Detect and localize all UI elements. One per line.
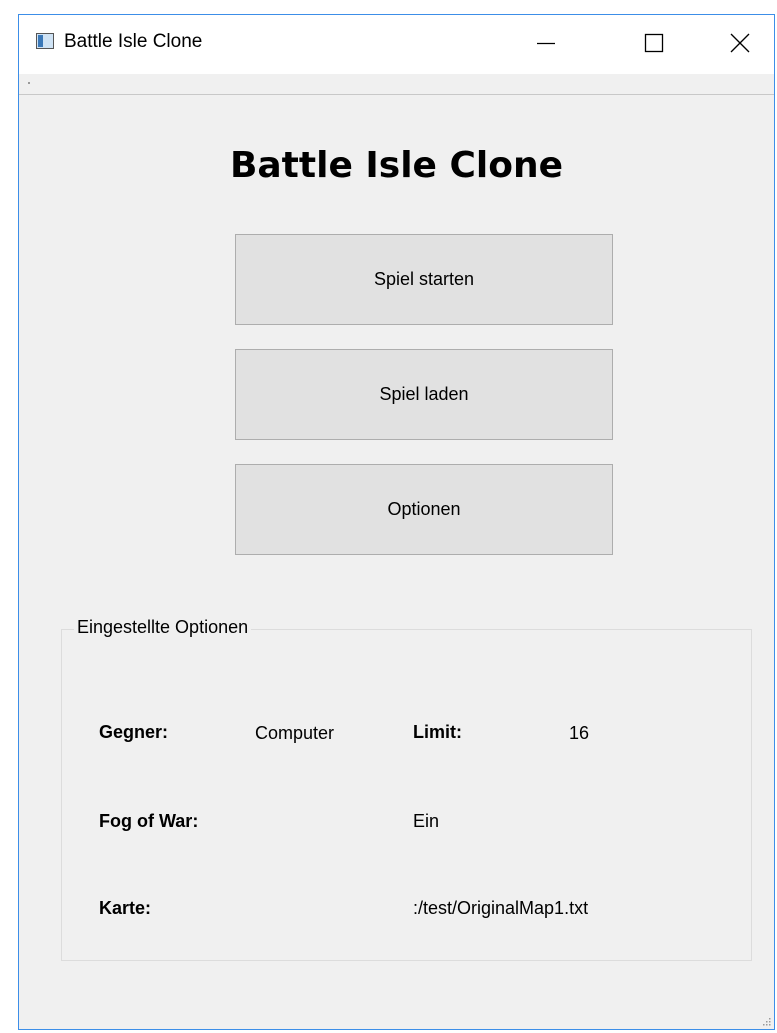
fog-of-war-value: Ein <box>413 811 440 831</box>
fog-of-war-label: Fog of War: <box>99 811 199 831</box>
opponent-value: Computer <box>255 723 335 743</box>
start-game-button[interactable]: Spiel starten <box>235 234 613 325</box>
options-button[interactable]: Optionen <box>235 464 613 555</box>
close-button[interactable] <box>711 15 769 71</box>
title-bar[interactable]: Battle Isle Clone <box>19 15 774 74</box>
minimize-button[interactable] <box>517 15 575 71</box>
menu-bar <box>19 74 774 95</box>
window-title: Battle Isle Clone <box>64 31 203 52</box>
limit-label: Limit: <box>413 722 462 742</box>
resize-grip-icon[interactable] <box>761 1016 771 1026</box>
menu-grip-icon <box>28 82 30 84</box>
maximize-button[interactable] <box>625 15 683 71</box>
minimize-icon <box>537 42 555 45</box>
load-game-button[interactable]: Spiel laden <box>235 349 613 440</box>
application-window: Battle Isle Clone Battle Isle Clone Spie… <box>18 14 775 1030</box>
page-title: Battle Isle Clone <box>229 145 564 186</box>
close-icon <box>730 33 750 53</box>
settings-groupbox: Eingestellte Optionen Gegner: Computer L… <box>61 617 752 961</box>
map-value: :/test/OriginalMap1.txt <box>413 898 589 918</box>
map-label: Karte: <box>99 898 152 918</box>
application-window-icon[interactable] <box>36 33 54 49</box>
maximize-icon <box>644 33 664 53</box>
settings-group-title: Eingestellte Optionen <box>74 617 252 638</box>
opponent-label: Gegner: <box>99 722 169 742</box>
limit-value: 16 <box>569 723 590 743</box>
